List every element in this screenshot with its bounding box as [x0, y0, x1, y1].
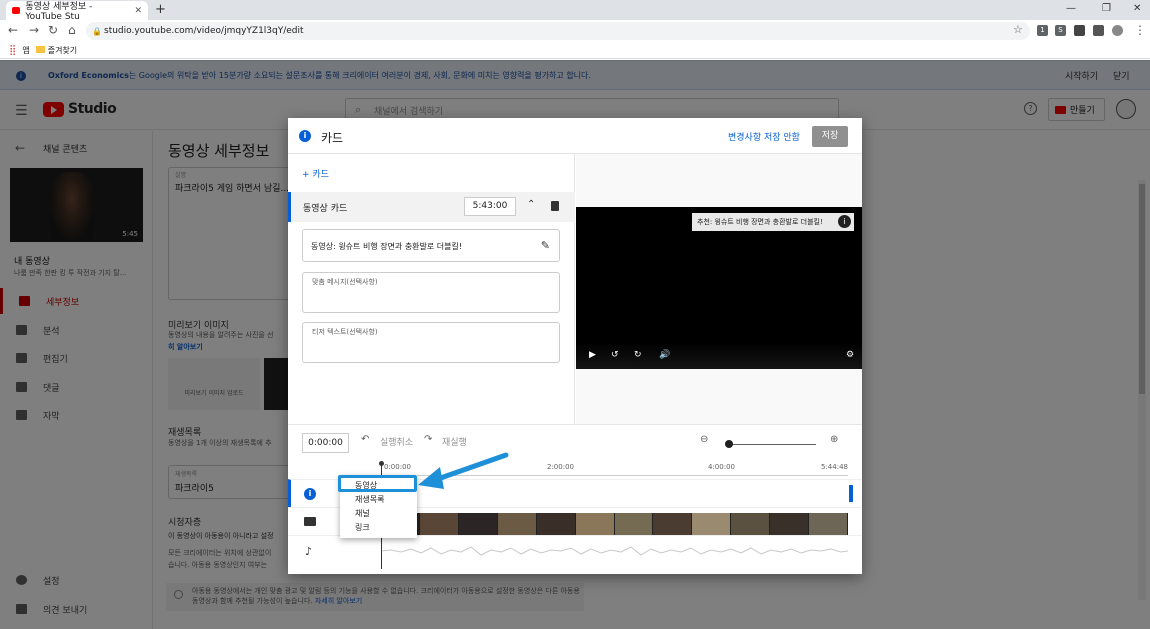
card-time-input[interactable]: 5:43:00: [464, 197, 516, 216]
address-bar-row: ← → ↻ ⌂ 🔒 studio.youtube.com/video/jmqyY…: [0, 20, 1150, 42]
extensions-puzzle-icon[interactable]: [1074, 25, 1085, 36]
browser-tab-bar: 동영상 세부정보 - YouTube Stu ✕ + — ❐ ✕: [0, 0, 1150, 22]
trash-icon[interactable]: [551, 201, 559, 211]
card-video-field[interactable]: 동영상: 윙슈트 비행 장면과 충환발로 더블킬! ✎: [302, 229, 560, 262]
zoom-in-icon[interactable]: ⊕: [830, 434, 838, 445]
settings-gear-icon[interactable]: ⚙: [846, 350, 854, 360]
tick-label: 2:00:00: [547, 463, 574, 471]
tab-title: 동영상 세부정보 - YouTube Stu: [25, 2, 93, 22]
video-filmstrip[interactable]: [381, 513, 849, 535]
video-camera-icon: [304, 517, 316, 526]
volume-icon[interactable]: 🔊: [659, 350, 670, 360]
highlight-box: [338, 475, 417, 492]
info-icon: i: [299, 130, 311, 142]
lock-icon: 🔒: [92, 26, 102, 36]
teaser-text-placeholder: 티저 텍스트(선택사항): [312, 328, 378, 336]
player-card-teaser[interactable]: 추천: 윙슈트 비행 장면과 충환발로 더블킬! i: [692, 213, 854, 231]
extension-1-icon[interactable]: 1: [1037, 25, 1048, 36]
browser-tab[interactable]: 동영상 세부정보 - YouTube Stu ✕: [6, 1, 148, 22]
play-icon[interactable]: ▶: [589, 350, 596, 360]
teaser-text-field[interactable]: 티저 텍스트(선택사항): [302, 322, 560, 363]
menu-item-channel[interactable]: 채널: [355, 508, 370, 519]
url-text: studio.youtube.com/video/jmqyYZ1l3qY/edi…: [104, 26, 304, 36]
video-player[interactable]: 추천: 윙슈트 비행 장면과 충환발로 더블킬! i ▶ ↺ ↻ 🔊 ⚙: [576, 207, 862, 369]
custom-message-placeholder: 맞춤 메시지(선택사항): [312, 278, 378, 286]
bookmarks-bar: ⣿ 앱 즐겨찾기: [0, 42, 1150, 59]
folder-icon: [35, 45, 45, 53]
zoom-slider-handle[interactable]: [725, 440, 733, 448]
card-editor-pane: + 카드 동영상 카드 5:43:00 ⌃ 동영상: 윙슈트 비행 장면과 충환…: [288, 154, 575, 424]
dialog-header: i 카드 변경사항 저장 안함 저장: [288, 118, 862, 154]
player-controls-bar: [576, 343, 862, 369]
rewind-icon[interactable]: ↺: [611, 350, 619, 360]
new-tab-button[interactable]: +: [155, 2, 166, 17]
reading-list-icon[interactable]: [1093, 25, 1104, 36]
extension-s-icon[interactable]: S: [1055, 25, 1066, 36]
browser-menu-icon[interactable]: ⋮: [1134, 23, 1146, 37]
card-type-label: 동영상 카드: [303, 204, 348, 214]
bookmark-star-icon[interactable]: ☆: [1013, 23, 1023, 36]
music-note-icon: ♪: [305, 545, 313, 558]
profile-icon[interactable]: [1112, 25, 1123, 36]
close-tab-icon[interactable]: ✕: [134, 6, 142, 16]
info-icon: i: [304, 488, 316, 500]
card-video-text: 동영상: 윙슈트 비행 장면과 충환발로 더블킬!: [311, 242, 463, 251]
audio-waveform: [381, 546, 848, 556]
annotation-arrow: [418, 452, 509, 489]
home-icon[interactable]: ⌂: [68, 23, 76, 37]
custom-message-field[interactable]: 맞춤 메시지(선택사항): [302, 272, 560, 313]
minimize-icon[interactable]: —: [1066, 3, 1076, 14]
forward-icon[interactable]: ↻: [634, 350, 642, 360]
bookmark-apps[interactable]: 앱: [22, 45, 29, 56]
save-button[interactable]: 저장: [812, 126, 848, 147]
bookmark-favorites[interactable]: 즐겨찾기: [35, 45, 78, 56]
menu-item-playlist[interactable]: 재생목록: [355, 494, 384, 505]
back-arrow-icon[interactable]: ←: [8, 23, 18, 37]
undo-icon[interactable]: ↶: [361, 434, 369, 445]
pencil-icon[interactable]: ✎: [541, 239, 550, 252]
menu-item-link[interactable]: 링크: [355, 522, 370, 533]
discard-changes-button[interactable]: 변경사항 저장 안함: [728, 130, 800, 143]
tick-label: 5:44:48: [821, 463, 848, 471]
add-card-button[interactable]: + 카드: [302, 167, 329, 180]
info-icon[interactable]: i: [838, 215, 851, 228]
close-window-icon[interactable]: ✕: [1133, 3, 1141, 14]
add-card-label: 카드: [312, 170, 329, 180]
forward-arrow-icon[interactable]: →: [29, 23, 39, 37]
player-card-text: 추천: 윙슈트 비행 장면과 충환발로 더블킬!: [697, 218, 823, 226]
bookmark-favorites-label: 즐겨찾기: [47, 45, 78, 55]
dialog-title: 카드: [321, 131, 344, 145]
reload-icon[interactable]: ↻: [48, 23, 58, 37]
chevron-up-icon[interactable]: ⌃: [527, 199, 535, 210]
maximize-icon[interactable]: ❐: [1102, 3, 1111, 14]
video-card-row[interactable]: 동영상 카드 5:43:00 ⌃: [288, 192, 575, 222]
url-field[interactable]: 🔒 studio.youtube.com/video/jmqyYZ1l3qY/e…: [86, 22, 1030, 40]
zoom-out-icon[interactable]: ⊖: [700, 434, 708, 445]
zoom-slider[interactable]: [726, 444, 816, 445]
tick-label: 0:00:00: [384, 463, 411, 471]
apps-grid-icon[interactable]: ⣿: [9, 45, 16, 56]
redo-icon[interactable]: ↷: [424, 434, 432, 445]
timeline-time-input[interactable]: 0:00:00: [302, 433, 349, 453]
card-marker[interactable]: [849, 485, 853, 502]
undo-button[interactable]: 실행취소: [380, 435, 413, 448]
tick-label: 4:00:00: [708, 463, 735, 471]
youtube-favicon-icon: [12, 7, 21, 14]
plus-icon: +: [302, 170, 313, 180]
